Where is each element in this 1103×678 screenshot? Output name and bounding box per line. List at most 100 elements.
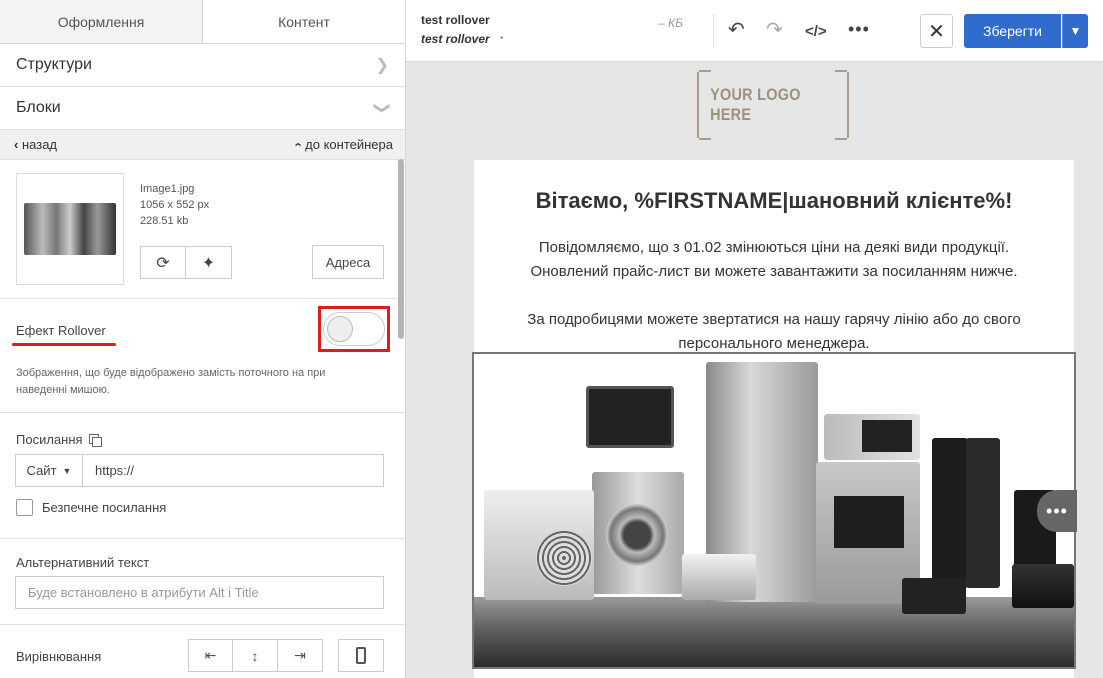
- printer-shape: [682, 554, 756, 600]
- copy-icon[interactable]: [88, 433, 102, 447]
- back-link[interactable]: ‹ назад: [14, 137, 57, 152]
- magic-wand-icon: ✦: [201, 254, 216, 272]
- stereo-shape: [1012, 564, 1074, 608]
- speaker-shape: [966, 438, 1000, 588]
- document-title: test rollover: [421, 13, 490, 27]
- microwave-window-shape: [862, 420, 912, 452]
- image-thumbnail[interactable]: [16, 173, 124, 285]
- link-section: Посилання Сайт ▼ Безпечне посилання: [0, 413, 405, 539]
- more-icon: •••: [1046, 500, 1068, 521]
- logo-text: YOUR LOGO HERE: [710, 85, 801, 124]
- save-options-button[interactable]: ▼: [1062, 14, 1088, 48]
- accordion-blocks[interactable]: Блоки ❯: [0, 87, 405, 130]
- rollover-description: Зображення, що буде відображено замість …: [16, 367, 326, 396]
- alt-text-input[interactable]: [15, 576, 384, 609]
- image-actions: ⟳ ✦: [140, 246, 232, 279]
- image-settings: Image1.jpg 1056 x 552 px 228.51 kb ⟳ ✦ А…: [0, 159, 405, 299]
- rollover-label: Ефект Rollover: [16, 323, 106, 338]
- image-floor: [474, 597, 1074, 667]
- close-icon: ✕: [928, 20, 945, 43]
- address-button[interactable]: Адреса: [312, 245, 384, 279]
- logo-placeholder[interactable]: YOUR LOGO HERE: [697, 70, 849, 140]
- speaker-shape: [932, 438, 968, 588]
- subtitle-dot: •: [500, 33, 504, 44]
- back-label: назад: [21, 137, 58, 152]
- accordion-blocks-label: Блоки: [16, 99, 61, 116]
- link-label-text: Посилання: [16, 432, 83, 447]
- washer-door-shape: [606, 504, 668, 566]
- panel-scroll-area: Image1.jpg 1056 x 552 px 228.51 kb ⟳ ✦ А…: [0, 159, 405, 678]
- speaker-shape: [902, 578, 966, 614]
- tv-shape: [586, 386, 674, 448]
- alignment-buttons: ⇤ ↕ ⇥: [188, 639, 323, 672]
- ac-fan-shape: [536, 530, 592, 586]
- oven-window-shape: [834, 496, 904, 548]
- highlight-underline: [12, 343, 116, 346]
- image-meta: Image1.jpg 1056 x 552 px 228.51 kb: [140, 181, 209, 229]
- align-left-button[interactable]: ⇤: [188, 639, 233, 672]
- to-container-link[interactable]: ‹ до контейнера: [292, 137, 393, 152]
- refresh-icon: ⟳: [156, 254, 170, 272]
- accordion-structures[interactable]: Структури ❯: [0, 44, 405, 87]
- editor-toolbar: test rollover test rollover • – КБ ↶ ↷ <…: [406, 0, 1103, 62]
- image-dimensions: 1056 x 552 px: [140, 199, 210, 211]
- email-paragraph-2-line-1: За подробицями можете звертатися на нашу…: [527, 311, 1021, 328]
- appliances-thumbnail-image: [24, 203, 116, 255]
- alt-text-section: Альтернативний текст: [0, 539, 405, 625]
- link-type-select[interactable]: Сайт ▼: [15, 454, 83, 487]
- code-icon[interactable]: </>: [805, 20, 827, 44]
- settings-panel: Оформлення Контент Структури ❯ Блоки ❯ ‹…: [0, 0, 406, 678]
- toolbar-divider: [713, 14, 714, 48]
- rollover-section: Ефект Rollover Зображення, що буде відоб…: [0, 299, 405, 413]
- replace-image-button[interactable]: ⟳: [140, 246, 186, 279]
- align-right-button[interactable]: ⇥: [278, 639, 323, 672]
- rollover-toggle[interactable]: [323, 312, 385, 346]
- chevron-up-icon: ‹: [291, 142, 307, 147]
- align-left-icon: ⇤: [204, 647, 217, 663]
- alignment-section: Вирівнювання ⇤ ↕ ⇥: [0, 625, 405, 678]
- redo-icon[interactable]: ↷: [766, 18, 783, 42]
- alt-text-label: Альтернативний текст: [16, 555, 150, 570]
- url-input[interactable]: [83, 454, 384, 487]
- highlight-box: [318, 306, 390, 352]
- block-more-button[interactable]: •••: [1037, 490, 1077, 532]
- chevron-down-icon: ▼: [1069, 24, 1082, 38]
- close-button[interactable]: ✕: [920, 14, 953, 48]
- appliances-image: [474, 354, 1074, 667]
- email-paragraph-1-line-2: Оновлений прайс-лист ви можете завантажи…: [530, 263, 1018, 280]
- align-center-button[interactable]: ↕: [233, 639, 278, 672]
- image-size: 228.51 kb: [140, 215, 189, 227]
- email-image-block[interactable]: [472, 352, 1076, 669]
- tab-design[interactable]: Оформлення: [0, 0, 203, 44]
- align-center-icon: ↕: [251, 647, 259, 664]
- mobile-settings-button[interactable]: [338, 639, 384, 672]
- document-subtitle: test rollover: [421, 32, 490, 46]
- email-greeting: Вітаємо, %FIRSTNAME|шановний клієнте%!: [535, 188, 1013, 213]
- undo-icon[interactable]: ↶: [728, 18, 745, 42]
- more-icon[interactable]: •••: [848, 17, 870, 41]
- document-size: – КБ: [658, 16, 683, 30]
- edit-image-button[interactable]: ✦: [186, 246, 232, 279]
- chevron-down-icon: ❯: [373, 101, 391, 115]
- safe-link-checkbox[interactable]: [16, 499, 33, 516]
- panel-scrollbar[interactable]: [398, 159, 404, 339]
- block-nav-bar: ‹ назад ‹ до контейнера: [0, 130, 405, 160]
- link-input-row: Сайт ▼: [15, 454, 384, 487]
- align-right-icon: ⇥: [294, 647, 306, 663]
- toggle-knob: [327, 316, 353, 342]
- alignment-label: Вирівнювання: [16, 649, 102, 664]
- to-container-label: до контейнера: [305, 137, 393, 152]
- save-button[interactable]: Зберегти: [964, 14, 1061, 48]
- chevron-left-icon: ‹: [14, 137, 19, 152]
- caret-down-icon: ▼: [62, 465, 72, 476]
- tab-content[interactable]: Контент: [203, 0, 405, 43]
- chevron-right-icon: ❯: [375, 57, 389, 74]
- safe-link-label: Безпечне посилання: [42, 500, 167, 515]
- accordion-structures-label: Структури: [16, 56, 92, 73]
- link-label: Посилання: [16, 432, 102, 447]
- mobile-icon: [356, 647, 366, 664]
- safe-link-row: Безпечне посилання: [16, 499, 166, 516]
- image-filename: Image1.jpg: [140, 183, 195, 195]
- panel-tabs: Оформлення Контент: [0, 0, 405, 44]
- link-type-value: Сайт: [26, 463, 57, 478]
